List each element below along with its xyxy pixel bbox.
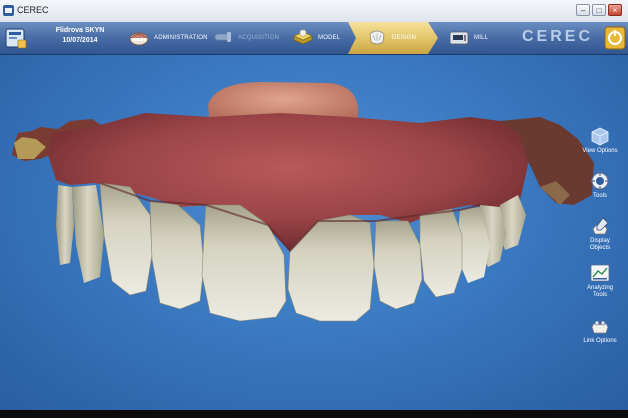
close-button[interactable]: × [608, 4, 622, 16]
tooth-right-lateral-2 [419, 208, 463, 298]
app-icon [3, 5, 14, 16]
phase-label: ACQUISITION [238, 35, 280, 41]
phase-label: MODEL [318, 35, 341, 41]
phase-label: MILL [474, 35, 489, 41]
view-options-tool[interactable]: View Options [582, 125, 618, 155]
design-icon [369, 30, 385, 45]
window-title-bar: CEREC – □ × [0, 0, 628, 23]
help-icon[interactable] [604, 26, 626, 50]
display-objects-icon [592, 217, 609, 235]
minimize-button[interactable]: – [576, 4, 590, 16]
link-options-tool[interactable]: Link Options [582, 315, 618, 345]
model-icon [293, 29, 313, 45]
analyzing-tools-icon [590, 264, 610, 282]
patient-info[interactable]: Flidrova SKYN 10/07/2014 [40, 26, 120, 46]
view-options-icon [591, 127, 609, 146]
cerec-window: CEREC – □ × Flidrova SKYN 10/07/2014 ADM… [0, 0, 628, 418]
link-options-icon [591, 320, 609, 334]
mill-icon [449, 31, 469, 45]
bottom-border [0, 410, 628, 418]
patient-date: 10/07/2014 [62, 37, 98, 44]
display-objects-label: Display Objects [589, 238, 611, 251]
patient-case-icon[interactable] [4, 26, 28, 50]
tools-tool[interactable]: Tools [582, 170, 618, 200]
tooth-left-lateral [149, 200, 205, 310]
cerec-logo: CEREC [522, 28, 594, 45]
view-options-label: View Options [582, 148, 618, 154]
link-options-label: Link Options [583, 338, 617, 344]
analyzing-tools-label: Analyzing Tools [586, 285, 613, 298]
phase-toolbar: Flidrova SKYN 10/07/2014 ADMINISTRATION … [0, 22, 628, 55]
phase-label: ADMINISTRATION [154, 35, 208, 41]
dental-model-render[interactable] [0, 55, 628, 410]
tools-icon [591, 172, 609, 190]
maximize-button[interactable]: □ [592, 4, 606, 16]
analyzing-tools-tool[interactable]: Analyzing Tools [582, 262, 618, 299]
phase-label: DESIGN [392, 35, 417, 41]
tools-label: Tools [592, 193, 607, 199]
design-3d-viewport[interactable]: View Options Tools Display Objects Analy… [0, 55, 628, 410]
tooth-left-molar [56, 185, 74, 265]
acquisition-icon [214, 32, 232, 42]
tooth-right-lateral [373, 220, 423, 310]
tooth-left-premolar [72, 185, 104, 283]
display-objects-tool[interactable]: Display Objects [582, 215, 618, 252]
window-title: CEREC [17, 5, 49, 15]
administration-icon [129, 32, 149, 46]
patient-name: Flidrova SKYN [55, 27, 105, 34]
